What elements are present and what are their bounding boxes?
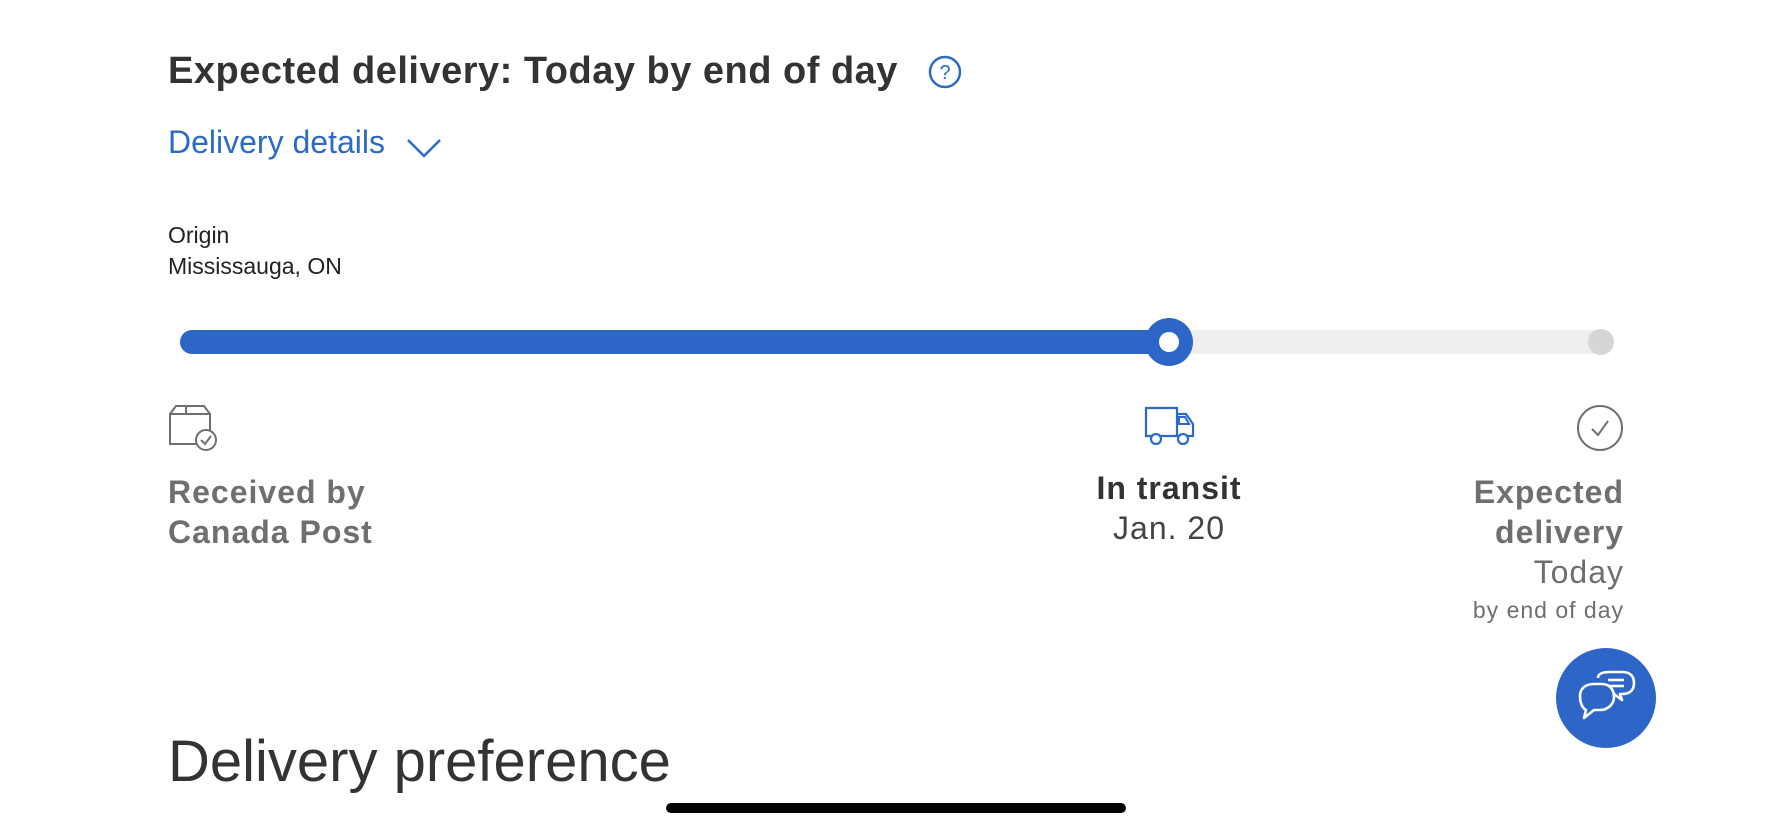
step-expected-line2: delivery: [1495, 514, 1624, 550]
delivery-truck-icon: [1099, 404, 1239, 448]
progress-fill: [180, 330, 1169, 354]
question-circle-icon[interactable]: ?: [928, 55, 962, 89]
package-received-icon: [168, 404, 373, 452]
step-in-transit-label: In transit: [1096, 470, 1242, 506]
step-received-line1: Received by: [168, 474, 366, 510]
step-received-label: Received by Canada Post: [168, 472, 373, 552]
progress-track: [180, 330, 1614, 354]
page-title: Expected delivery: Today by end of day: [168, 50, 898, 92]
step-received-line2: Canada Post: [168, 514, 373, 550]
step-in-transit-date: Jan. 20: [1113, 510, 1225, 546]
svg-text:?: ?: [939, 62, 950, 84]
step-expected-line1: Expected: [1473, 474, 1624, 510]
chat-bubbles-icon: [1576, 670, 1636, 727]
home-indicator[interactable]: [666, 803, 1126, 813]
delivery-details-label: Delivery details: [168, 124, 385, 160]
progress-end-dot: [1588, 329, 1614, 355]
chevron-down-icon: [405, 131, 443, 158]
step-expected-time: by end of day: [1472, 597, 1624, 623]
check-circle-icon: [1473, 404, 1624, 452]
title-row: Expected delivery: Today by end of day ?: [168, 50, 962, 93]
step-expected-delivery: Expected delivery Today by end of day: [1473, 404, 1624, 628]
delivery-preference-heading: Delivery preference: [168, 729, 671, 794]
delivery-details-toggle[interactable]: Delivery details: [168, 124, 443, 161]
progress-current-marker: [1145, 318, 1193, 366]
step-received: Received by Canada Post: [168, 404, 373, 552]
delivery-tracking-page: Expected delivery: Today by end of day ?…: [0, 0, 1792, 828]
step-expected-label: Expected delivery: [1473, 472, 1624, 552]
step-in-transit: In transit Jan. 20: [1096, 404, 1241, 548]
origin-block: Origin Mississauga, ON: [168, 220, 342, 282]
origin-label: Origin: [168, 222, 230, 248]
origin-value: Mississauga, ON: [168, 253, 342, 279]
step-expected-day: Today: [1533, 554, 1624, 590]
chat-button[interactable]: [1556, 648, 1656, 748]
